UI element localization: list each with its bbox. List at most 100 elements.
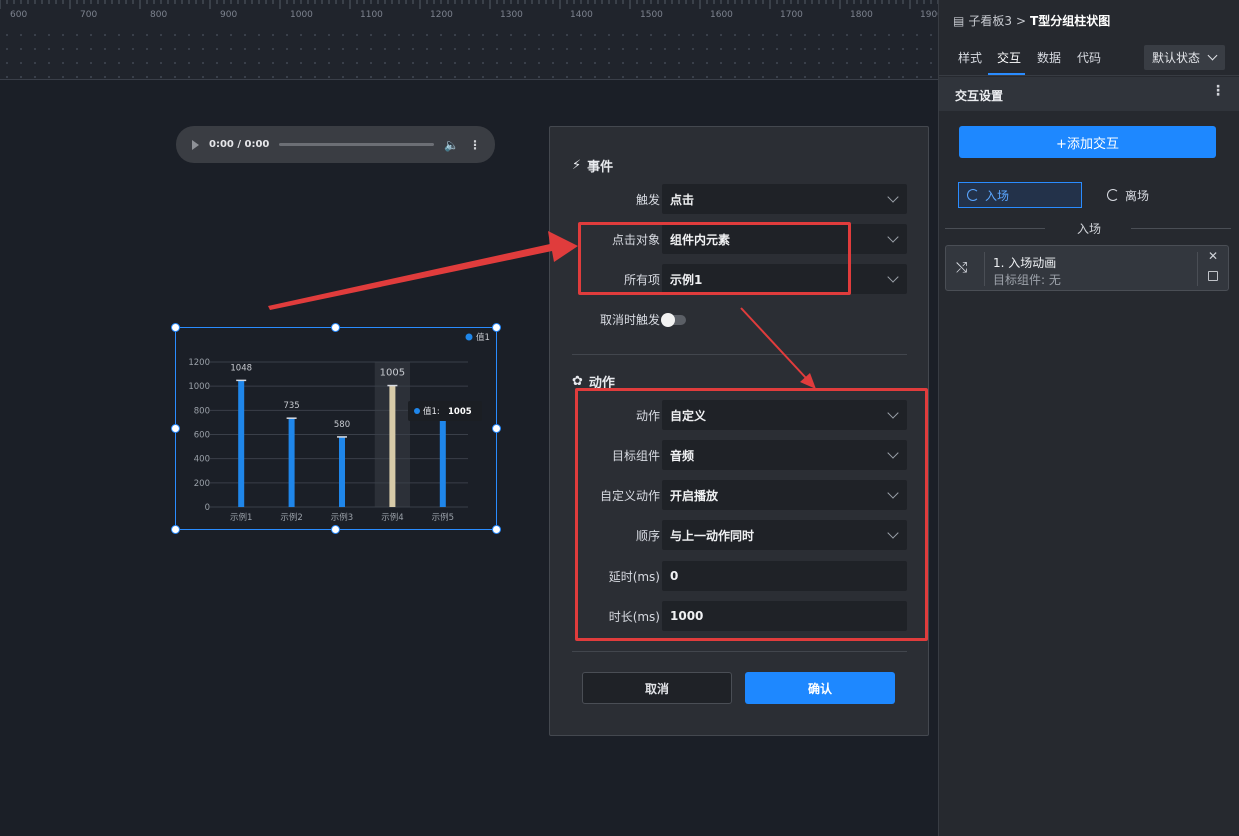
y-tick-label: 1000 (188, 382, 210, 392)
properties-panel: ▤ 子看板3 > T型分组柱状图 样式 交互 数据 代码 默认状态 交互设置 ⋮… (938, 0, 1239, 836)
resize-handle-bottom-left[interactable] (171, 525, 180, 534)
enter-tab[interactable]: 入场 (958, 182, 1082, 208)
legend-label: 值1 (476, 332, 490, 343)
bar-chart-widget[interactable]: 0 200 400 600 800 1000 1200 1048 示例1 735 示例2 580 示例3… (175, 327, 497, 530)
play-icon[interactable] (192, 139, 199, 150)
cancel-button[interactable]: 取消 (582, 672, 732, 704)
data-label: 1005 (380, 368, 405, 379)
ruler-label: 700 (80, 10, 98, 20)
data-label: 735 (283, 401, 299, 411)
volume-icon[interactable]: 🔈 (444, 138, 459, 152)
action-select[interactable]: 自定义 (662, 400, 907, 430)
cursor-enter-icon (967, 189, 979, 201)
data-label: 580 (334, 420, 350, 430)
panel-tabs: 样式 交互 数据 代码 默认状态 (939, 40, 1239, 76)
all-items-select[interactable]: 示例1 (662, 264, 907, 294)
resize-handle-bottom-right[interactable] (492, 525, 501, 534)
confirm-button[interactable]: 确认 (745, 672, 895, 704)
section-title: 交互设置 (955, 89, 1004, 103)
resize-handle-top-left[interactable] (171, 323, 180, 332)
section-divider (572, 354, 907, 355)
duration-label: 时长(ms) (608, 610, 660, 624)
target-component-select[interactable]: 音频 (662, 440, 907, 470)
board-icon: ▤ (953, 13, 965, 28)
order-select[interactable]: 与上一动作同时 (662, 520, 907, 550)
duration-input[interactable]: 1000 (662, 601, 907, 631)
click-target-select[interactable]: 组件内元素 (662, 224, 907, 254)
tab-data[interactable]: 数据 (1037, 49, 1061, 66)
close-icon[interactable]: ✕ (1208, 249, 1218, 263)
x-tick-label: 示例4 (381, 512, 403, 523)
audio-player[interactable]: 0:00 / 0:00 🔈 ⋮ (176, 126, 495, 163)
ruler-label: 800 (150, 10, 168, 20)
y-tick-label: 400 (194, 455, 210, 465)
bar (439, 418, 446, 507)
add-interaction-button[interactable]: +添加交互 (959, 126, 1216, 158)
resize-handle-bottom[interactable] (331, 525, 340, 534)
delay-label: 延时(ms) (608, 570, 660, 584)
y-tick-label: 1200 (188, 358, 210, 368)
active-tab-indicator (988, 73, 1025, 75)
card-divider (984, 252, 985, 286)
gear-icon: ✿ (572, 374, 583, 389)
breadcrumb-separator: > (1015, 13, 1027, 28)
x-tick-label: 示例2 (280, 512, 302, 523)
resize-handle-top[interactable] (331, 323, 340, 332)
tooltip-value: 1005 (448, 407, 472, 417)
y-tick-label: 600 (194, 431, 210, 441)
custom-action-select[interactable]: 开启播放 (662, 480, 907, 510)
interaction-card[interactable]: ⤭ 1. 入场动画 目标组件: 无 ✕ (945, 245, 1229, 291)
resize-handle-left[interactable] (171, 424, 180, 433)
breadcrumb: ▤ 子看板3 > T型分组柱状图 (953, 12, 1110, 29)
y-tick-label: 200 (194, 479, 210, 489)
ruler-label: 1000 (290, 10, 313, 20)
interaction-dialog: ⚡ 事件 触发 点击 点击对象 组件内元素 所有项 示例1 取消时触发 ✿ 动作… (549, 126, 929, 736)
resize-handle-right[interactable] (492, 424, 501, 433)
order-label: 顺序 (635, 529, 660, 543)
bar (389, 385, 396, 507)
more-vertical-icon[interactable]: ⋮ (1211, 84, 1225, 98)
copy-icon[interactable] (1208, 271, 1218, 281)
breadcrumb-parent[interactable]: 子看板3 (968, 12, 1012, 29)
custom-action-label: 自定义动作 (599, 489, 660, 503)
canvas-ruler: 600 700 800 900 1000 1100 1200 1300 1400 1500 1600… (0, 0, 938, 80)
trigger-select[interactable]: 点击 (662, 184, 907, 214)
ruler-label: 1800 (850, 10, 873, 20)
audio-progress-track[interactable] (279, 143, 435, 146)
shuffle-icon: ⤭ (956, 260, 968, 276)
chevron-down-icon (887, 191, 899, 203)
trigger-label: 触发 (635, 193, 660, 207)
chevron-down-icon (1207, 50, 1218, 61)
event-section-title: ⚡ 事件 (572, 158, 614, 175)
resize-handle-top-right[interactable] (492, 323, 501, 332)
group-divider-right (1131, 228, 1231, 229)
audio-time: 0:00 / 0:00 (209, 139, 270, 150)
toggle-knob (661, 313, 675, 327)
section-header: 交互设置 ⋮ (939, 77, 1239, 111)
action-label: 动作 (635, 409, 660, 423)
lightning-icon: ⚡ (572, 158, 582, 173)
legend-marker (465, 333, 473, 341)
ruler-label: 1700 (780, 10, 803, 20)
bar-chart-svg: 0 200 400 600 800 1000 1200 1048 示例1 735 示例2 580 示例3… (188, 332, 490, 523)
bar (288, 418, 295, 507)
delay-input[interactable]: 0 (662, 561, 907, 591)
exit-tab[interactable]: 离场 (1099, 182, 1189, 208)
state-select[interactable]: 默认状态 (1144, 45, 1225, 70)
chevron-down-icon (887, 407, 899, 419)
click-target-label: 点击对象 (611, 233, 660, 247)
chevron-down-icon (887, 447, 899, 459)
tooltip-label: 值1: (423, 406, 440, 417)
target-component-label: 目标组件 (611, 449, 660, 463)
cursor-exit-icon (1107, 189, 1119, 201)
cancel-trigger-toggle[interactable] (661, 313, 686, 327)
more-vertical-icon[interactable]: ⋮ (469, 138, 481, 152)
y-tick-label: 0 (205, 503, 210, 513)
breadcrumb-current: T型分组柱状图 (1030, 14, 1111, 28)
ruler-label: 1400 (570, 10, 593, 20)
bar (238, 380, 245, 507)
chevron-down-icon (887, 271, 899, 283)
tab-style[interactable]: 样式 (958, 49, 982, 66)
tab-code[interactable]: 代码 (1077, 49, 1101, 66)
tab-interaction[interactable]: 交互 (997, 49, 1021, 66)
